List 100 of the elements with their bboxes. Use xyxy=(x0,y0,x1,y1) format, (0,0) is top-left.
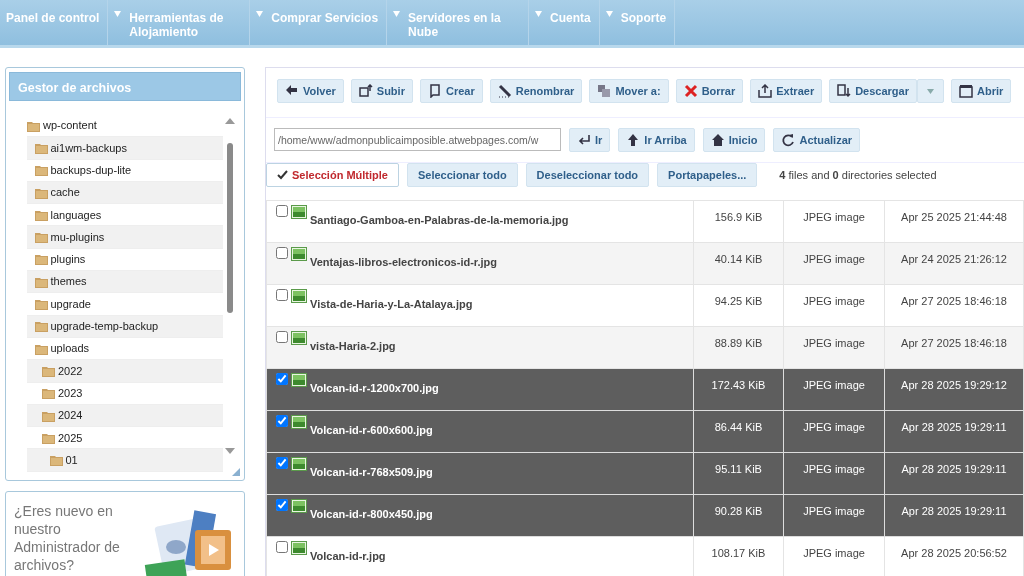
export-icon xyxy=(758,84,773,98)
folder-icon xyxy=(34,164,48,177)
row-checkbox[interactable] xyxy=(276,289,288,301)
folder-icon xyxy=(34,141,48,154)
file-date: Apr 24 2025 21:26:12 xyxy=(901,253,1007,265)
image-file-icon xyxy=(291,331,307,345)
tree-item[interactable]: mu-plugins xyxy=(27,226,223,249)
resize-handle-icon[interactable] xyxy=(232,468,240,476)
image-file-icon xyxy=(291,247,307,261)
window-icon xyxy=(959,84,973,98)
toolbar-button[interactable]: Descargar xyxy=(829,79,917,103)
folder-icon xyxy=(42,431,55,444)
caret-icon xyxy=(256,11,264,17)
folder-icon xyxy=(34,342,48,355)
file-type: JPEG image xyxy=(803,379,865,391)
folder-icon xyxy=(34,186,48,199)
tree-item[interactable]: upgrade-temp-backup xyxy=(27,315,223,338)
file-name: Volcan-id-r-1200x700.jpg xyxy=(310,381,439,396)
file-size: 95.11 KiB xyxy=(715,463,762,475)
path-button[interactable]: Actualizar xyxy=(773,128,861,152)
tree-item[interactable]: ai1wm-backups xyxy=(27,137,223,160)
folder-icon xyxy=(34,253,48,266)
file-date: Apr 28 2025 19:29:11 xyxy=(901,505,1007,517)
image-file-icon xyxy=(291,457,307,471)
selection-button[interactable]: Portapapeles... xyxy=(657,163,758,187)
file-type: JPEG image xyxy=(803,211,865,223)
toolbar-button[interactable]: Subir xyxy=(350,79,413,103)
folder-icon xyxy=(27,119,40,132)
copy-icon xyxy=(597,84,612,98)
toolbar-button[interactable]: Abrir xyxy=(951,79,1012,103)
tree-item[interactable]: 01 xyxy=(27,449,223,472)
toolbar-button[interactable]: Borrar xyxy=(675,79,744,103)
file-size: 90.28 KiB xyxy=(714,505,763,517)
row-checkbox[interactable] xyxy=(276,205,288,217)
selection-button[interactable]: Deseleccionar todo xyxy=(525,163,650,187)
tree-item[interactable]: cache xyxy=(27,181,223,205)
selection-button[interactable]: Seleccionar todo xyxy=(406,163,518,187)
row-checkbox[interactable] xyxy=(276,247,288,259)
tree-item[interactable]: 2022 xyxy=(27,360,223,383)
path-button[interactable]: Inicio xyxy=(702,128,766,152)
scroll-up-icon[interactable] xyxy=(225,117,235,125)
file-name: Vista-de-Haria-y-La-Atalaya.jpg xyxy=(310,297,473,312)
tree-item[interactable]: 2023 xyxy=(27,382,223,405)
close-icon xyxy=(683,84,698,98)
file-date: Apr 28 2025 19:29:12 xyxy=(901,379,1007,391)
folder-icon xyxy=(34,275,48,288)
file-name: Volcan-id-r-600x600.jpg xyxy=(310,423,433,438)
file-type: JPEG image xyxy=(803,547,865,559)
path-field[interactable]: /home/www/admonpublicaimposible.atwebpages.com/w xyxy=(274,128,561,151)
file-type: JPEG image xyxy=(803,463,865,475)
caret-icon xyxy=(393,11,401,17)
toolbar-button[interactable]: Extraer xyxy=(750,79,823,103)
caret-icon xyxy=(927,88,934,94)
file-type: JPEG image xyxy=(803,505,865,517)
selection-button[interactable]: Selección Múltiple xyxy=(266,163,399,187)
path-button[interactable]: Ir Arriba xyxy=(618,128,695,152)
file-date: Apr 27 2025 18:46:18 xyxy=(901,337,1007,349)
row-checkbox[interactable] xyxy=(276,541,288,553)
image-file-icon xyxy=(291,415,307,429)
file-type: JPEG image xyxy=(803,421,865,433)
file-date: Apr 25 2025 21:44:48 xyxy=(901,211,1007,223)
folder-icon xyxy=(34,208,48,221)
tree-item[interactable]: themes xyxy=(27,271,223,294)
file-date: Apr 28 2025 19:29:11 xyxy=(901,421,1007,433)
tree-item[interactable]: upgrade xyxy=(27,293,223,316)
toolbar-button[interactable]: Volver xyxy=(277,79,344,103)
toolbar-button[interactable]: Mover a: xyxy=(589,79,669,103)
folder-icon xyxy=(42,387,55,400)
row-checkbox[interactable] xyxy=(276,331,288,343)
home-icon xyxy=(710,133,725,147)
file-date: Apr 28 2025 19:29:11 xyxy=(901,463,1007,475)
image-file-icon xyxy=(291,205,307,219)
toolbar-button[interactable]: Crear xyxy=(419,79,483,103)
caret-icon xyxy=(605,11,613,17)
file-size: 108.17 KiB xyxy=(711,547,766,559)
file-type: JPEG image xyxy=(803,337,865,349)
path-button[interactable]: Ir xyxy=(569,128,611,152)
row-checkbox[interactable] xyxy=(276,415,288,427)
file-date: Apr 28 2025 20:56:52 xyxy=(901,547,1007,559)
file-name: Santiago-Gamboa-en-Palabras-de-la-memoria.jpg xyxy=(310,213,569,228)
row-checkbox[interactable] xyxy=(276,457,288,469)
row-checkbox[interactable] xyxy=(276,499,288,511)
folder-icon xyxy=(42,409,55,422)
promo-text: ¿Eres nuevo en nuestro Administrador de archivos? xyxy=(14,502,121,575)
pen-icon xyxy=(497,84,512,98)
file-size: 156.9 KiB xyxy=(714,211,763,223)
new-file-icon xyxy=(427,84,442,98)
row-checkbox[interactable] xyxy=(276,373,288,385)
tree-item[interactable]: backups-dup-lite xyxy=(27,159,223,182)
panel-title: Gestor de archivos xyxy=(9,72,241,101)
scroll-down-icon[interactable] xyxy=(225,447,235,455)
folder-icon xyxy=(49,454,63,467)
tree-item[interactable]: 2024 xyxy=(27,404,223,428)
file-name: vista-Haria-2.jpg xyxy=(310,339,396,354)
file-size: 86.44 KiB xyxy=(714,421,763,433)
toolbar-button[interactable]: Renombrar xyxy=(489,79,583,103)
dropdown-toggle-button[interactable] xyxy=(917,79,944,103)
file-size: 40.14 KiB xyxy=(714,253,763,265)
selection-status: 4 files and 0 directories selected xyxy=(779,167,937,183)
caret-icon xyxy=(535,11,543,17)
